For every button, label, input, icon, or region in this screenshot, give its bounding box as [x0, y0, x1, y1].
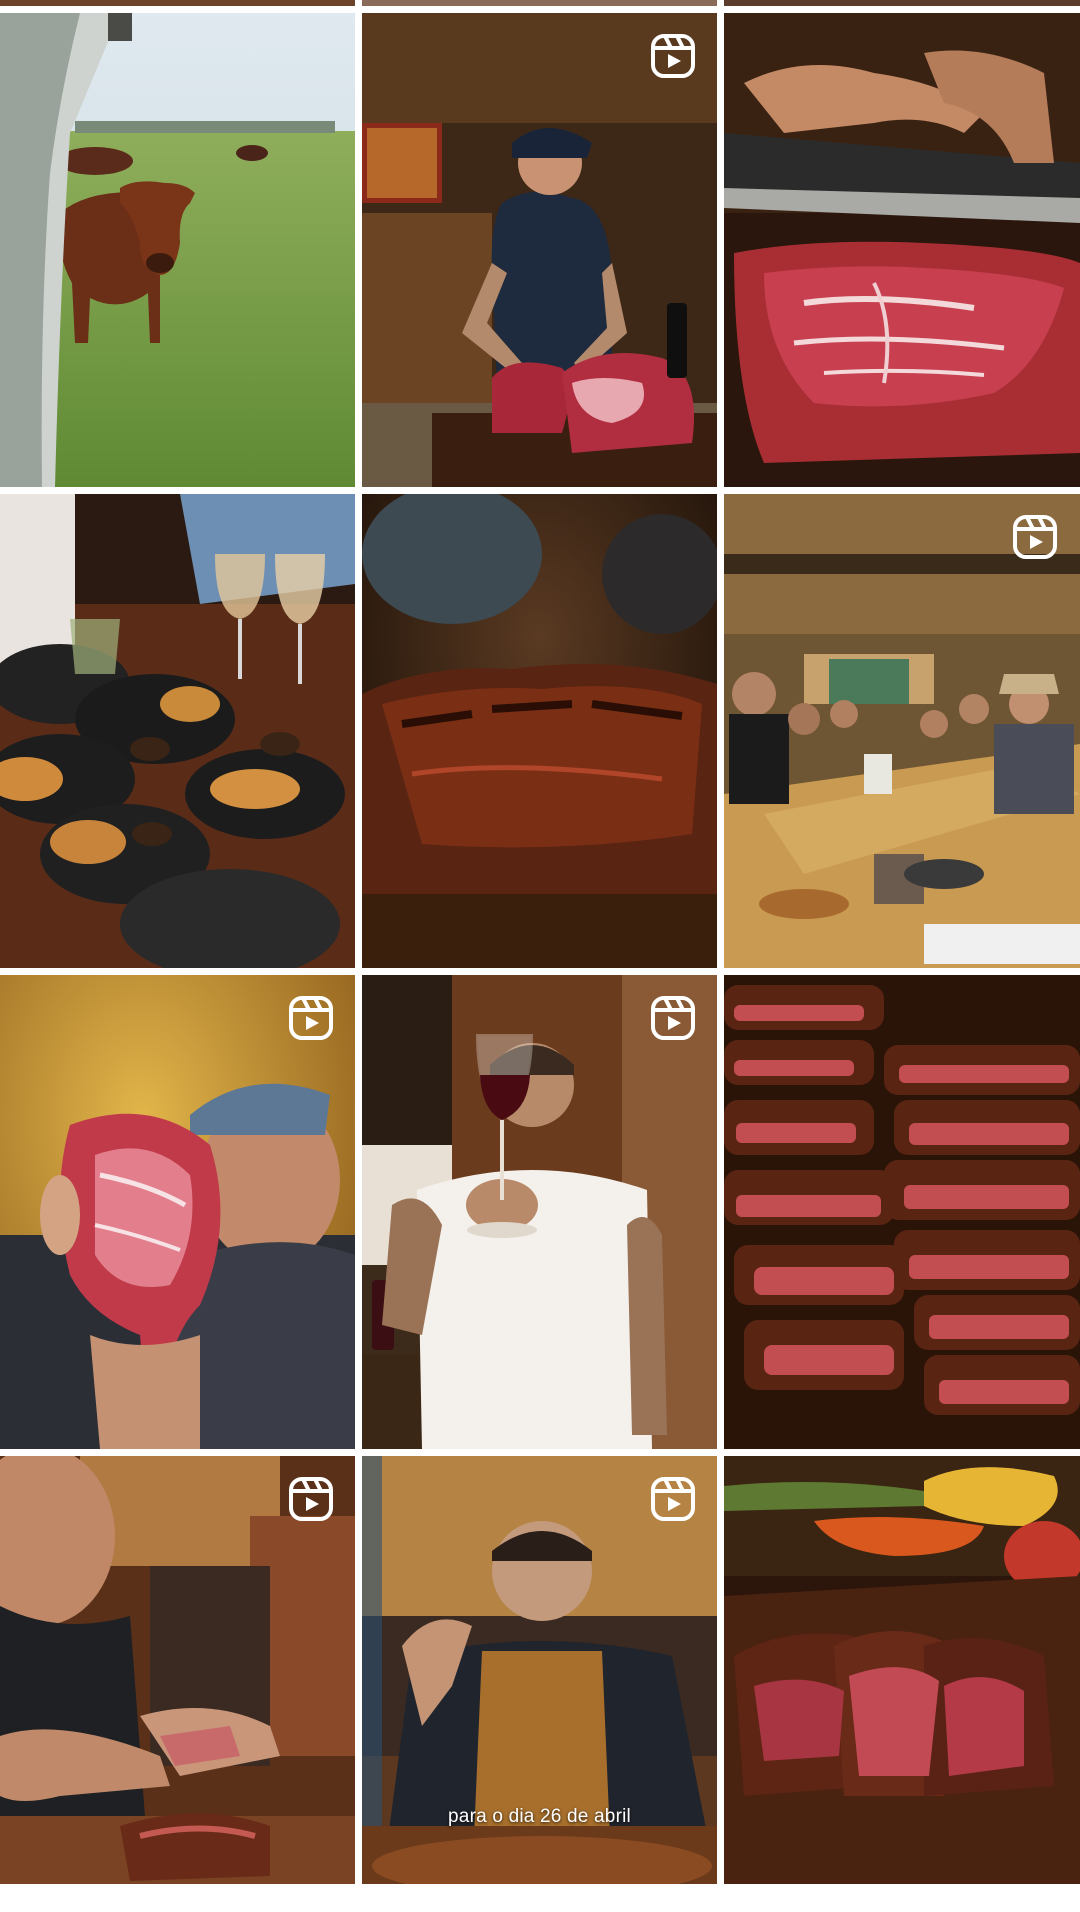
- reels-icon: [651, 34, 695, 78]
- post-tile-steak-vegetables[interactable]: [724, 1456, 1080, 1884]
- reels-icon: [289, 996, 333, 1040]
- previous-row-strip: [362, 0, 717, 6]
- post-image: [0, 13, 355, 487]
- video-caption: para o dia 26 de abril: [448, 1806, 631, 1827]
- post-tile-dinner-table[interactable]: [0, 494, 355, 968]
- post-image: [362, 494, 717, 968]
- post-tile-chef-raw-ribeye[interactable]: [0, 975, 355, 1449]
- reels-icon: [289, 1477, 333, 1521]
- post-image: [0, 494, 355, 968]
- post-image: [724, 975, 1080, 1449]
- post-tile-restaurant-guests[interactable]: [724, 494, 1080, 968]
- post-image: [724, 494, 1080, 968]
- previous-row-strip: [724, 0, 1080, 6]
- post-tile-grilled-steak[interactable]: [362, 494, 717, 968]
- previous-row-strip: [0, 0, 355, 6]
- post-tile-stacked-steaks[interactable]: [724, 975, 1080, 1449]
- post-tile-knife-marbled-beef[interactable]: [724, 13, 1080, 487]
- post-image: [362, 13, 717, 487]
- post-tile-cow-pasture[interactable]: [0, 13, 355, 487]
- profile-posts-grid: para o dia 26 de abril: [0, 0, 1080, 1912]
- post-tile-butcher-tomahawk[interactable]: [362, 13, 717, 487]
- post-tile-wine-toast[interactable]: [362, 975, 717, 1449]
- reels-icon: [1013, 515, 1057, 559]
- post-image: [0, 975, 355, 1449]
- post-image: [724, 13, 1080, 487]
- reels-icon: [651, 1477, 695, 1521]
- post-image: [362, 975, 717, 1449]
- reels-icon: [651, 996, 695, 1040]
- post-image: [724, 1456, 1080, 1884]
